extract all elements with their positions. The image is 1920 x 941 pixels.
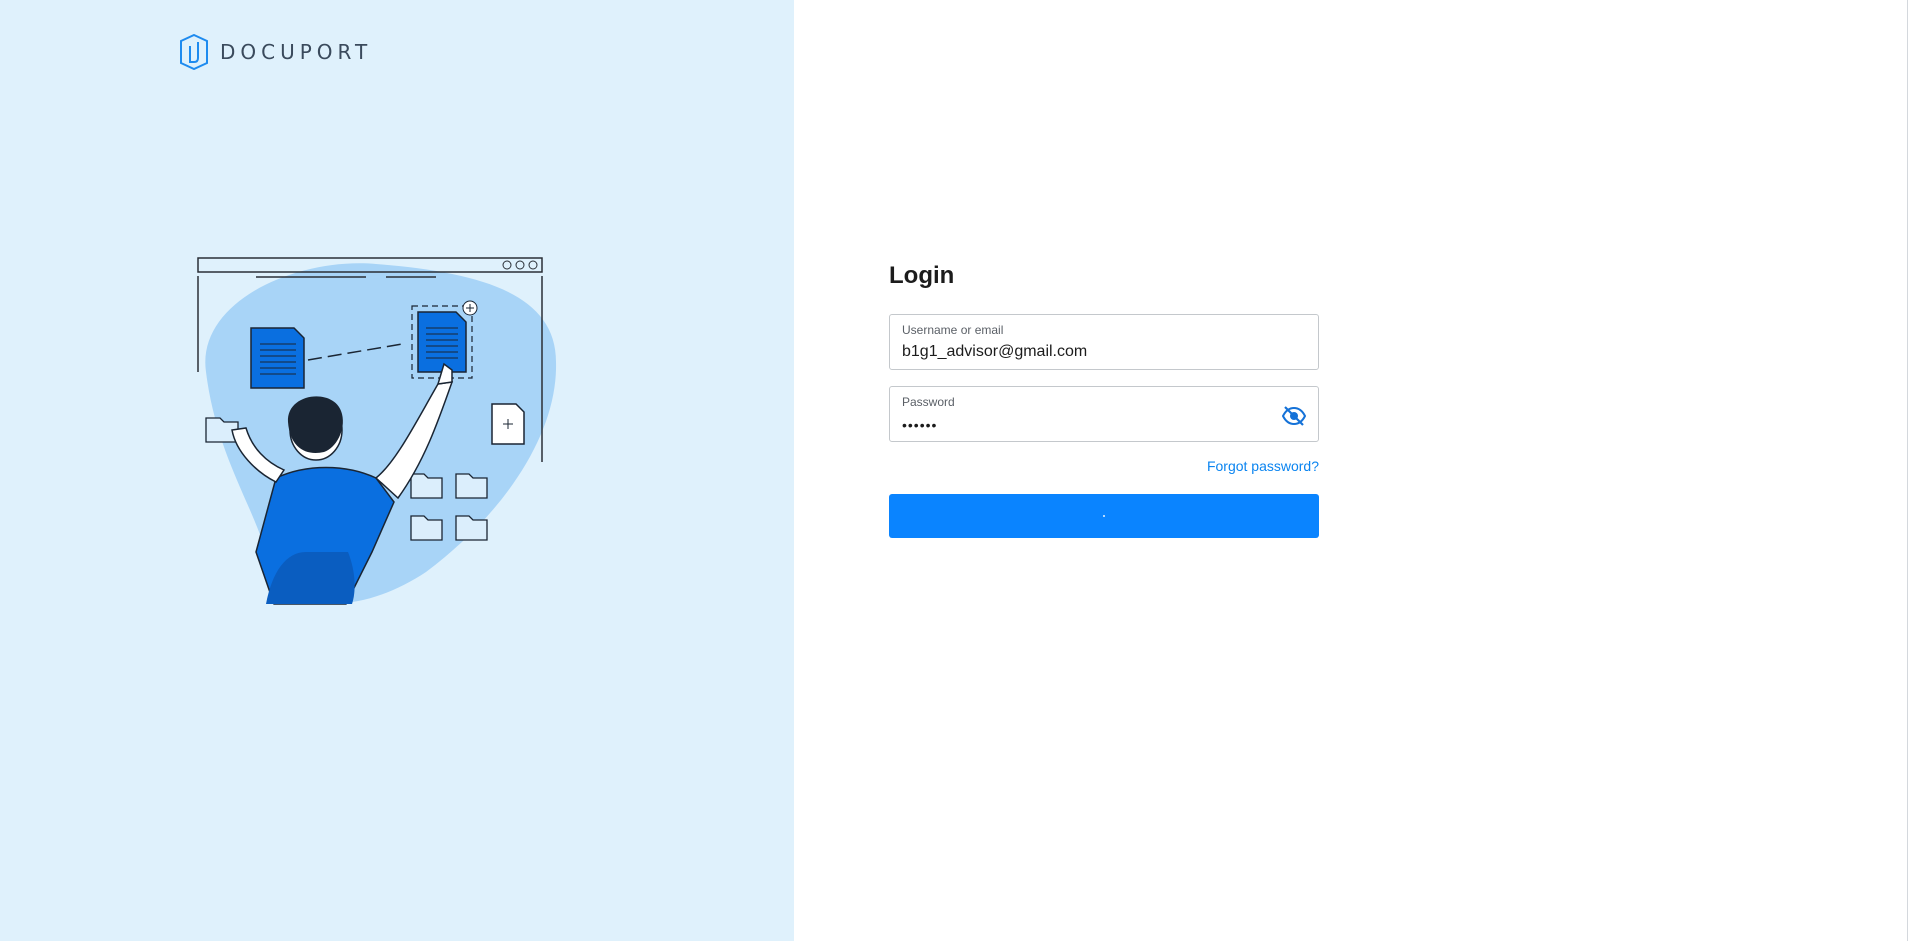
username-label: Username or email <box>902 323 1004 337</box>
password-label: Password <box>902 395 955 409</box>
docuport-logo-icon <box>180 34 208 70</box>
username-field[interactable]: Username or email b1g1_advisor@gmail.com <box>889 314 1319 370</box>
eye-off-icon[interactable] <box>1281 405 1307 427</box>
brand-name: DOCUPORT <box>220 40 373 64</box>
username-input[interactable]: b1g1_advisor@gmail.com <box>902 343 1087 361</box>
illustration-panel: DOCUPORT <box>0 0 794 941</box>
loading-spinner-icon <box>1103 515 1105 517</box>
login-page: DOCUPORT Login Username or email b1g1_ad… <box>0 0 1920 941</box>
forgot-password-row: Forgot password? <box>889 458 1319 478</box>
password-input[interactable]: •••••• <box>902 417 937 433</box>
login-title: Login <box>889 262 955 289</box>
login-form: Login Username or email b1g1_advisor@gma… <box>889 258 1319 538</box>
person-organizing-documents-illustration <box>176 252 570 612</box>
login-button[interactable] <box>889 494 1319 538</box>
forgot-password-link[interactable]: Forgot password? <box>1207 458 1319 474</box>
scrollbar-edge <box>1907 0 1908 941</box>
brand-logo: DOCUPORT <box>180 34 372 70</box>
password-field[interactable]: Password •••••• <box>889 386 1319 442</box>
